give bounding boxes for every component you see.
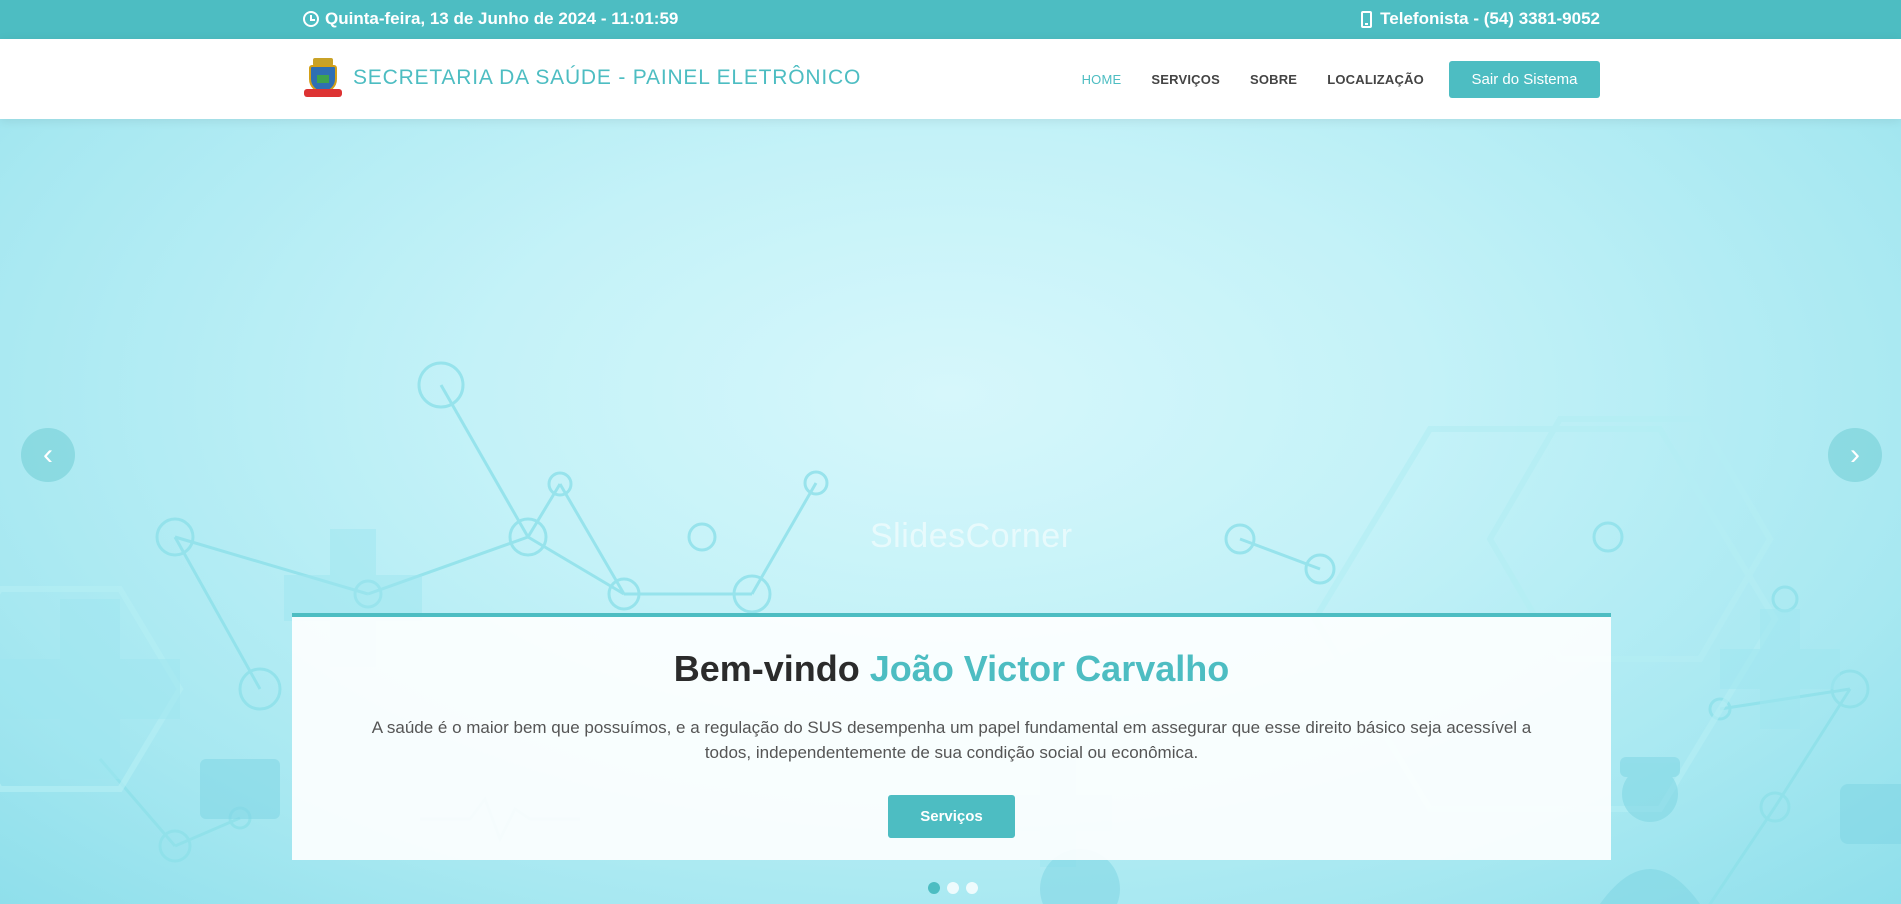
municipal-crest-logo: [303, 57, 343, 99]
brand[interactable]: SECRETARIA DA SAÚDE - PAINEL ELETRÔNICO: [303, 57, 861, 99]
carousel-indicators: [928, 882, 978, 894]
nav-localizacao[interactable]: LOCALIZAÇÃO: [1327, 72, 1424, 87]
phone-block: Telefonista - (54) 3381-9052: [1361, 9, 1600, 29]
nav-home[interactable]: HOME: [1082, 72, 1122, 87]
hero-carousel: SlidesCorner ‹ › Bem-vindo João Victor C…: [0, 119, 1901, 904]
datetime-text: Quinta-feira, 13 de Junho de 2024 - 11:0…: [325, 9, 679, 28]
phone-icon: [1361, 10, 1373, 28]
carousel-dot-1[interactable]: [928, 882, 940, 894]
main-nav: HOME SERVIÇOS SOBRE LOCALIZAÇÃO Sair do …: [1082, 61, 1600, 98]
nav-servicos[interactable]: SERVIÇOS: [1151, 72, 1220, 87]
user-name: João Victor Carvalho: [869, 648, 1230, 689]
welcome-heading: Bem-vindo João Victor Carvalho: [292, 648, 1611, 690]
carousel-dot-2[interactable]: [947, 882, 959, 894]
site-title: SECRETARIA DA SAÚDE - PAINEL ELETRÔNICO: [353, 66, 862, 89]
nav-sobre[interactable]: SOBRE: [1250, 72, 1297, 87]
welcome-caption: Bem-vindo João Victor Carvalho A saúde é…: [292, 613, 1611, 860]
watermark-text: SlidesCorner: [870, 517, 1073, 555]
clock-icon: [303, 11, 319, 27]
welcome-description: A saúde é o maior bem que possuímos, e a…: [371, 718, 1532, 762]
datetime-block: Quinta-feira, 13 de Junho de 2024 - 11:0…: [303, 9, 678, 29]
services-button[interactable]: Serviços: [888, 795, 1015, 838]
chevron-right-icon: ›: [1850, 438, 1860, 471]
carousel-dot-3[interactable]: [966, 882, 978, 894]
carousel-prev-button[interactable]: ‹: [21, 428, 75, 482]
chevron-left-icon: ‹: [43, 438, 53, 471]
carousel-next-button[interactable]: ›: [1828, 428, 1882, 482]
top-info-bar: Quinta-feira, 13 de Junho de 2024 - 11:0…: [0, 0, 1901, 39]
logout-button[interactable]: Sair do Sistema: [1449, 61, 1600, 98]
welcome-word: Bem-vindo: [673, 648, 860, 689]
phone-text: Telefonista - (54) 3381-9052: [1380, 9, 1600, 28]
main-header: SECRETARIA DA SAÚDE - PAINEL ELETRÔNICO …: [0, 39, 1901, 119]
